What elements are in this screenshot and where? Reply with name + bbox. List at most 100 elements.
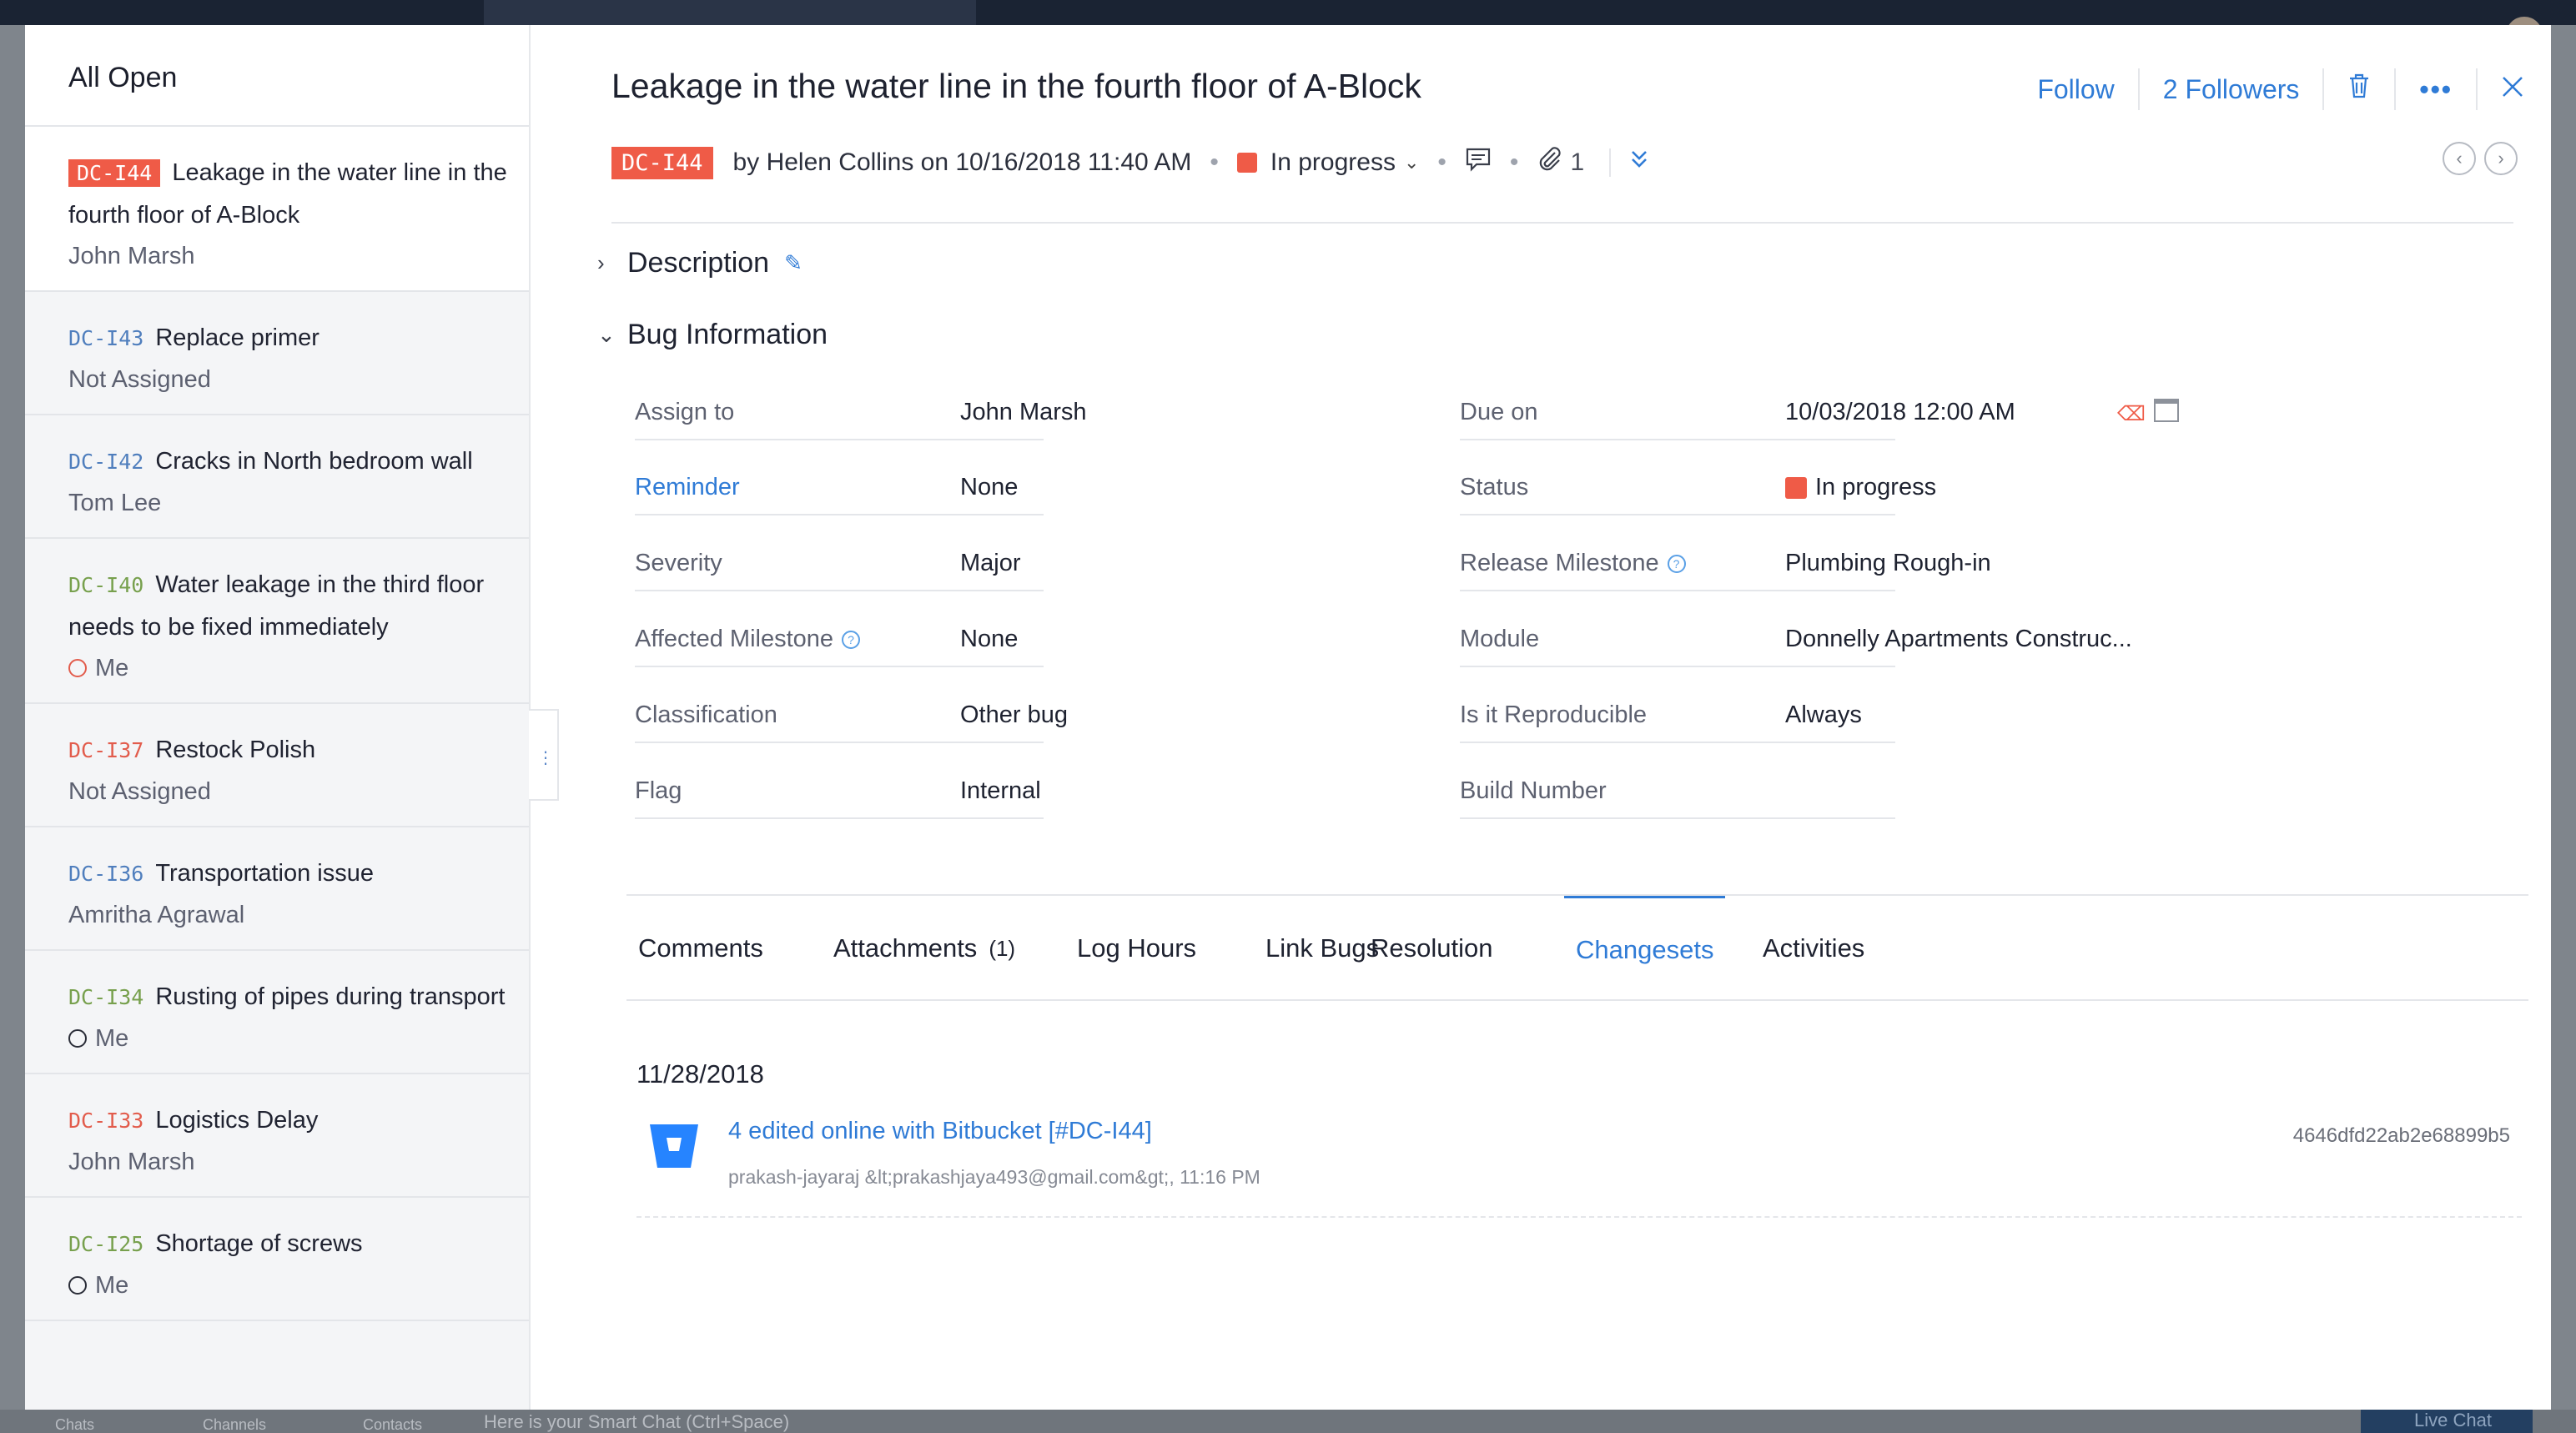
- field-label-text: Classification: [635, 701, 777, 728]
- divider: [2322, 68, 2325, 110]
- bug-list-item-title: DC-I44 Leakage in the water line in the f…: [68, 152, 512, 236]
- status-dropdown[interactable]: In progress ⌄: [1236, 148, 1419, 177]
- bug-list-item[interactable]: DC-I42 Cracks in North bedroom wall Tom Le…: [25, 415, 529, 539]
- field-value[interactable]: John Marsh: [960, 399, 1087, 426]
- changeset-message-link[interactable]: 4 edited online with Bitbucket [#DC-I44]: [728, 1118, 1152, 1145]
- field-value[interactable]: In progress: [1785, 474, 1936, 501]
- field-value[interactable]: Internal: [960, 777, 1041, 805]
- more-options-icon[interactable]: •••: [2419, 74, 2453, 105]
- comment-icon[interactable]: [1465, 147, 1492, 178]
- status-label: In progress: [1270, 148, 1396, 176]
- bug-key: DC-I36: [68, 862, 144, 886]
- field-value-text: Always: [1785, 701, 1862, 728]
- trash-icon[interactable]: [2347, 73, 2371, 106]
- followers-link[interactable]: 2 Followers: [2163, 74, 2300, 105]
- reporter-info: by Helen Collins on 10/16/2018 11:40 AM: [732, 148, 1192, 176]
- bug-key: DC-I44: [68, 159, 161, 187]
- field-label: Is it Reproducible: [1460, 701, 1647, 729]
- assignee-name: Me: [95, 1025, 129, 1052]
- bug-list-item[interactable]: DC-I36 Transportation issue Amritha Agrawa…: [25, 827, 529, 951]
- field-value[interactable]: Always: [1785, 701, 1862, 729]
- close-icon[interactable]: [2501, 74, 2524, 105]
- bug-key: DC-I25: [68, 1232, 144, 1256]
- list-header: All Open: [25, 25, 529, 127]
- changeset-hash[interactable]: 4646dfd22ab2e68899b5: [2293, 1124, 2510, 1148]
- field-label-text: Release Milestone: [1460, 550, 1659, 576]
- tab-attachments[interactable]: Attachments (1): [822, 896, 1027, 1001]
- field-label-text: Affected Milestone: [635, 626, 834, 652]
- bug-list-item[interactable]: DC-I40 Water leakage in the third floor n…: [25, 539, 529, 704]
- field-value[interactable]: None: [960, 626, 1018, 653]
- description-label: Description: [627, 247, 770, 279]
- field-label: Module: [1460, 626, 1539, 653]
- chevron-right-icon: ›: [597, 250, 605, 275]
- bottom-channels-label: Channels: [203, 1416, 267, 1433]
- clear-date-icon[interactable]: ⌫: [2117, 402, 2146, 426]
- tab-resolution[interactable]: Resolution: [1359, 896, 1504, 1001]
- bug-assignee: Amritha Agrawal: [68, 902, 512, 929]
- tab-comments[interactable]: Comments: [626, 896, 775, 1001]
- next-record-icon[interactable]: ›: [2484, 142, 2518, 175]
- tab-label: Log Hours: [1077, 933, 1197, 963]
- previous-record-icon[interactable]: ‹: [2443, 142, 2476, 175]
- bug-list-item[interactable]: DC-I25 Shortage of screws Me: [25, 1198, 529, 1321]
- field-label-text: Severity: [635, 550, 722, 576]
- field-label-text: Due on: [1460, 399, 1538, 425]
- assignee-name: Not Assigned: [68, 778, 211, 805]
- description-section-toggle[interactable]: › Description ✎: [597, 247, 802, 279]
- field-value-text: Internal: [960, 777, 1041, 804]
- edit-pencil-icon[interactable]: ✎: [784, 250, 802, 276]
- tab-activities[interactable]: Activities: [1751, 896, 1876, 1001]
- timer-icon: [68, 1029, 87, 1048]
- help-icon[interactable]: ?: [842, 631, 861, 650]
- assignee-name: Me: [95, 655, 129, 681]
- assignee-name: Amritha Agrawal: [68, 902, 245, 928]
- field-value-text: John Marsh: [960, 399, 1087, 425]
- bug-list-item[interactable]: DC-I44 Leakage in the water line in the f…: [25, 127, 529, 292]
- bug-list-item[interactable]: DC-I33 Logistics Delay John Marsh: [25, 1074, 529, 1198]
- bug-information-label: Bug Information: [627, 319, 828, 350]
- divider: [2394, 68, 2397, 110]
- chevron-down-icon: ⌄: [597, 322, 616, 347]
- bug-list-item[interactable]: DC-I34 Rusting of pipes during transport M…: [25, 951, 529, 1074]
- field-value[interactable]: 10/03/2018 12:00 AM: [1785, 399, 2015, 426]
- calendar-icon[interactable]: [2154, 399, 2179, 422]
- field-label[interactable]: Reminder: [635, 474, 740, 501]
- field-value[interactable]: None: [960, 474, 1018, 501]
- tab-count: (1): [989, 935, 1016, 961]
- field-build-number: Build Number: [1460, 769, 1895, 819]
- field-assign-to: Assign to John Marsh: [635, 390, 1087, 440]
- tab-label: Resolution: [1371, 933, 1493, 963]
- tab-log-hours[interactable]: Log Hours: [1065, 896, 1208, 1001]
- field-value[interactable]: Plumbing Rough-in: [1785, 550, 1991, 577]
- bug-key: DC-I40: [68, 573, 144, 597]
- field-value-text: None: [960, 474, 1019, 500]
- timer-icon: [68, 659, 87, 677]
- field-value-text: In progress: [1815, 474, 1937, 500]
- bitbucket-icon: [650, 1124, 698, 1168]
- bug-meta-row: DC-I44 by Helen Collins on 10/16/2018 11…: [611, 140, 1649, 185]
- field-value-text: None: [960, 626, 1019, 652]
- field-label-text: Flag: [635, 777, 682, 804]
- bug-list: DC-I44 Leakage in the water line in the f…: [25, 127, 529, 1321]
- bug-key: DC-I33: [68, 1109, 144, 1133]
- bug-assignee: Me: [68, 1025, 512, 1053]
- bug-information-section-toggle[interactable]: ⌄ Bug Information: [597, 319, 828, 351]
- bug-list-item[interactable]: DC-I43 Replace primer Not Assigned: [25, 292, 529, 415]
- bug-list-item-title: DC-I37 Restock Polish: [68, 729, 512, 772]
- help-icon[interactable]: ?: [1667, 555, 1686, 574]
- field-value[interactable]: Donnelly Apartments Construc...: [1785, 626, 2132, 653]
- bug-list-panel: All Open DC-I44 Leakage in the water line…: [25, 25, 531, 1410]
- bug-list-item-title: DC-I33 Logistics Delay: [68, 1099, 512, 1142]
- tab-changesets[interactable]: Changesets: [1564, 896, 1726, 1001]
- bug-list-item[interactable]: DC-I37 Restock Polish Not Assigned: [25, 704, 529, 827]
- follow-button[interactable]: Follow: [2037, 74, 2114, 105]
- assignee-name: Not Assigned: [68, 366, 211, 393]
- expand-details-icon[interactable]: [1609, 148, 1649, 177]
- bug-key-badge: DC-I44: [611, 146, 713, 179]
- bug-assignee: Me: [68, 655, 512, 682]
- field-value[interactable]: Other bug: [960, 701, 1068, 729]
- bug-title: Leakage in the water line in the fourth …: [611, 67, 1421, 105]
- attachment-icon[interactable]: [1537, 146, 1562, 179]
- field-value[interactable]: Major: [960, 550, 1021, 577]
